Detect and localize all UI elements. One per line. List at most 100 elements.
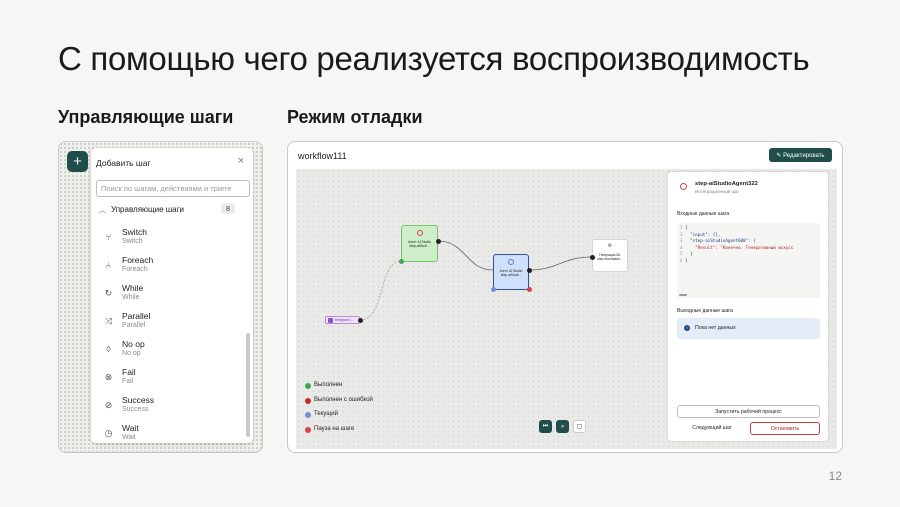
agent-icon (416, 230, 423, 236)
edit-button[interactable]: ✎ Редактировать (769, 148, 832, 162)
left-subtitle: Управляющие шаги (58, 107, 234, 127)
item-name: Fail (122, 367, 136, 377)
close-icon[interactable]: × (238, 155, 244, 167)
search-input[interactable]: Поиск по шагам, действиями и тригге (96, 180, 250, 197)
item-desc: No op (122, 350, 141, 357)
list-item[interactable]: ⑂ Switch Switch (91, 224, 243, 252)
line-number: 1 (680, 225, 683, 230)
add-step-popup: Добавить шаг × Поиск по шагам, действиям… (91, 148, 253, 443)
legend-label: Пауза на шаге (314, 425, 355, 432)
edge (359, 260, 402, 321)
group-label: Управляющие шаги (111, 205, 184, 214)
agent-icon (508, 259, 514, 265)
output-label: Выходные данные шага (677, 308, 733, 314)
line-number: 3 (680, 238, 683, 243)
no-op-icon: ◊ (106, 344, 111, 354)
input-json-editor[interactable]: 1 {2 "input": {}, 3 "step-aiStudioAgent60… (677, 223, 820, 298)
step-details-panel: step-aiStudioAgent322 Интеграционный шаг… (668, 172, 828, 441)
stop-icon[interactable]: ▢ (573, 420, 586, 433)
workflow-node-current[interactable]: Агент AI Studio step-aiStudi... (493, 254, 529, 290)
item-desc: Success (122, 406, 149, 413)
edge (437, 240, 494, 271)
code-text: "Result": "Конечно. Генеративный искусс (685, 244, 794, 250)
pause-icon (305, 426, 311, 433)
legend-item: Выполнен с ошибкой (305, 397, 373, 412)
step-name: step-aiStudioAgent322 (695, 181, 758, 187)
node-port (590, 255, 595, 260)
list-item[interactable]: ⑃ Foreach Foreach (91, 252, 243, 280)
success-icon: ⊘ (104, 400, 113, 410)
line-number: 2 (680, 231, 683, 237)
item-name: Parallel (122, 311, 151, 321)
popup-header: Добавить шаг (96, 158, 151, 168)
code-text: "input": {}, (685, 231, 721, 237)
line-number: 5 (680, 251, 683, 256)
agent-icon (680, 183, 687, 190)
steps-screenshot: + Добавить шаг × Поиск по шагам, действи… (58, 141, 263, 453)
code-text: { (685, 225, 688, 230)
code-line: 6 } (680, 258, 817, 265)
no-data-alert: i Пока нет данных (677, 318, 820, 339)
node-status-dot (399, 259, 404, 264)
page-number: 12 (828, 469, 842, 483)
workflow-node-completed[interactable]: Агент AI Studio step-aiStudi... (401, 225, 438, 262)
line-number: 4 (680, 244, 683, 250)
item-name: No op (122, 339, 145, 349)
workflow-title: workflow111 (298, 151, 347, 161)
trigger-title: telegram-l... (335, 318, 354, 322)
item-name: While (122, 283, 144, 293)
workflow-canvas[interactable]: Агент AI Studio step-aiStudi... Агент AI… (296, 169, 837, 449)
completed-icon (305, 383, 311, 389)
next-step-button[interactable]: Следующий шаг (677, 422, 747, 435)
step-type: Интеграционный шаг (695, 189, 740, 194)
fail-icon: ⊗ (104, 372, 113, 382)
node-port (436, 239, 441, 244)
run-icon[interactable]: » (556, 420, 569, 433)
info-icon: i (684, 325, 690, 331)
item-name: Foreach (122, 255, 154, 265)
item-name: Switch (122, 227, 148, 237)
chevron-up-icon: ︿ (99, 207, 106, 214)
list-item[interactable]: ↻ While While (91, 280, 243, 308)
code-text: } (685, 257, 688, 263)
group-header[interactable]: ︿ Управляющие шаги 8 (99, 203, 235, 218)
node-subtitle: step-aiStudi... (500, 273, 522, 278)
ml-icon: ⚙ (607, 243, 613, 249)
slide: С помощью чего реализуется воспроизводим… (0, 0, 900, 507)
add-step-button[interactable]: + (67, 151, 88, 172)
horizontal-scrollbar[interactable] (679, 294, 687, 296)
run-workflow-button[interactable]: Запустить рабочий процесс (677, 405, 820, 418)
stop-button[interactable]: Остановить (750, 422, 820, 435)
node-status-dot (527, 287, 532, 292)
wait-icon: ◷ (104, 428, 113, 438)
legend-label: Выполнен (314, 382, 343, 388)
item-desc: Switch (122, 238, 143, 245)
node-subtitle: step-aiStudi... (409, 244, 430, 249)
legend-label: Выполнен с ошибкой (314, 396, 373, 403)
code-text: "step-aiStudioAgent600": { (685, 238, 756, 243)
switch-icon: ⑂ (105, 232, 112, 242)
scrollbar[interactable] (246, 333, 250, 437)
node-subtitle: step-foundation... (597, 256, 623, 261)
list-item[interactable]: ◊ No op No op (91, 336, 243, 364)
telegram-icon (328, 318, 333, 323)
trigger-node[interactable]: telegram-l... (325, 316, 360, 324)
legend-label: Текущий (314, 411, 338, 417)
slide-title: С помощью чего реализуется воспроизводим… (58, 40, 810, 77)
item-desc: While (122, 294, 140, 301)
item-desc: Fail (122, 378, 134, 385)
item-name: Wait (122, 423, 139, 433)
list-item[interactable]: ⊘ Success Success (91, 392, 243, 420)
item-name: Success (122, 395, 155, 405)
input-label: Входные данные шага (677, 211, 730, 217)
list-item[interactable]: ⊗ Fail Fail (91, 364, 243, 392)
list-item[interactable]: ◷ Wait Wait (91, 420, 243, 443)
step-icon[interactable]: ⏭ (539, 420, 552, 433)
list-item[interactable]: ⤨ Parallel Parallel (91, 308, 243, 336)
current-icon (305, 412, 311, 418)
workflow-node[interactable]: ⚙ Генерация ML step-foundation... (592, 239, 628, 272)
parallel-icon: ⤨ (104, 316, 113, 326)
step-list: ⑂ Switch Switch ⑃ Foreach Foreach ↻ Whil… (91, 224, 243, 443)
right-subtitle: Режим отладки (287, 107, 423, 127)
debug-screenshot: workflow111 ✎ Редактировать Агент AI Stu… (287, 141, 843, 453)
